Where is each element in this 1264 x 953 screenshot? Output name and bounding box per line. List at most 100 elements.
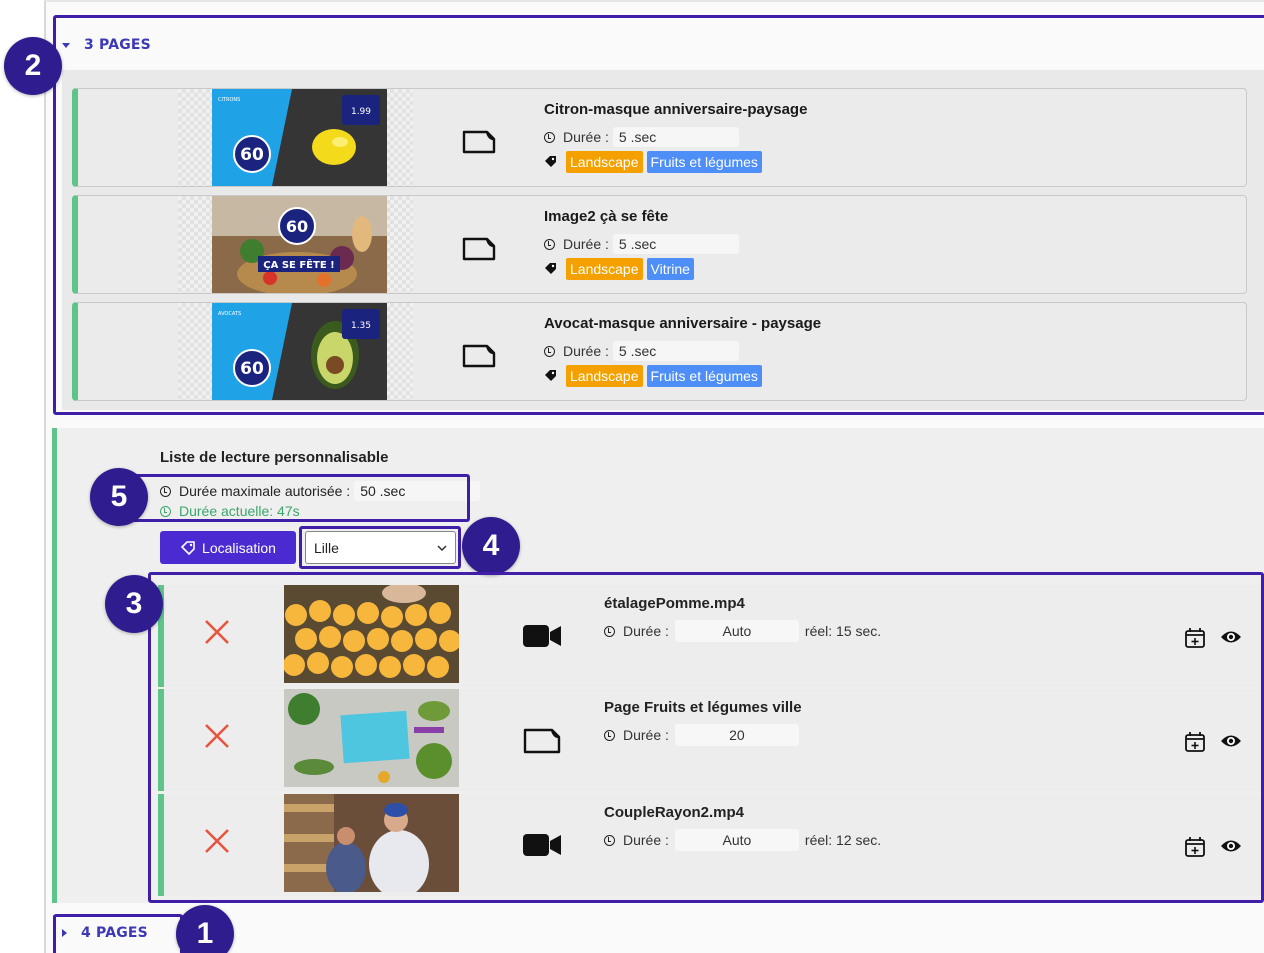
duration-label: Durée : xyxy=(623,727,669,743)
step-badge-4: 4 xyxy=(462,517,520,575)
item-duration: Durée : Auto réel: 12 sec. xyxy=(604,829,881,851)
tag-category: Vitrine xyxy=(646,258,694,280)
page-icon xyxy=(461,129,497,159)
svg-text:ÇA SE FÊTE !: ÇA SE FÊTE ! xyxy=(263,258,334,271)
page-row[interactable]: 60 1.99 CITRONS Citron-masque anniversai… xyxy=(72,88,1247,187)
app-page: 3 PAGES 60 1.99 CITRONS Citron-masque an… xyxy=(0,0,1264,953)
page-title: Image2 çà se fête xyxy=(544,208,669,225)
real-duration: réel: 15 sec. xyxy=(804,623,882,639)
pages-toggle-top[interactable]: 3 PAGES xyxy=(62,20,151,70)
duration-field[interactable]: Auto xyxy=(674,829,799,851)
eye-icon[interactable] xyxy=(1220,838,1242,854)
item-thumbnail xyxy=(284,689,459,787)
page-icon xyxy=(523,728,561,754)
item-duration: Durée : 20 xyxy=(604,724,805,746)
pages-toggle-label: 3 PAGES xyxy=(84,37,151,53)
localisation-label: Localisation xyxy=(202,539,276,556)
clock-icon xyxy=(604,729,615,741)
video-icon xyxy=(523,625,561,647)
calendar-add-icon[interactable] xyxy=(1184,627,1206,649)
clock-icon xyxy=(544,238,555,250)
duration-field[interactable]: Auto xyxy=(674,620,799,642)
pages-toggle-bottom[interactable]: 4 PAGES xyxy=(62,909,148,953)
page-row[interactable]: 60 ÇA SE FÊTE ! Image2 çà se fête Durée … xyxy=(72,195,1247,294)
playlist-title: Liste de lecture personnalisable xyxy=(160,449,389,466)
current-duration-label: Durée actuelle: 47s xyxy=(179,503,300,519)
current-duration: Durée actuelle: 47s xyxy=(160,503,300,519)
tag-icon xyxy=(545,370,556,381)
page-icon xyxy=(461,236,497,266)
clock-icon xyxy=(160,485,171,497)
duration-label: Durée : xyxy=(623,623,669,639)
page-title: Citron-masque anniversaire-paysage xyxy=(544,101,808,118)
clock-icon xyxy=(544,131,555,143)
localisation-button[interactable]: Localisation xyxy=(160,531,296,564)
clock-icon xyxy=(160,505,171,517)
svg-text:1.99: 1.99 xyxy=(351,107,371,117)
tag-landscape: Landscape xyxy=(566,258,643,280)
delete-icon[interactable] xyxy=(202,617,232,647)
item-duration: Durée : Auto réel: 15 sec. xyxy=(604,620,881,642)
page-duration: Durée : 5 .sec xyxy=(544,234,739,254)
clock-icon xyxy=(544,345,555,357)
delete-icon[interactable] xyxy=(202,826,232,856)
delete-icon[interactable] xyxy=(202,721,232,751)
tag-landscape: Landscape xyxy=(566,365,643,387)
max-duration: Durée maximale autorisée : 50 .sec xyxy=(160,481,481,501)
location-select[interactable]: Lille xyxy=(305,531,456,564)
duration-field[interactable]: 20 xyxy=(674,724,799,746)
page-row[interactable]: 60 1.35 AVOCATS Avocat-masque anniversai… xyxy=(72,302,1247,401)
caret-down-icon xyxy=(62,42,70,48)
calendar-add-icon[interactable] xyxy=(1184,731,1206,753)
svg-text:60: 60 xyxy=(240,359,264,379)
step-badge-2: 2 xyxy=(4,37,62,95)
item-title: CoupleRayon2.mp4 xyxy=(604,804,745,821)
duration-label: Durée : xyxy=(563,343,609,359)
playlist-item[interactable]: CoupleRayon2.mp4 Durée : Auto réel: 12 s… xyxy=(158,794,1262,896)
duration-label: Durée : xyxy=(623,832,669,848)
tag-category: Fruits et légumes xyxy=(646,365,762,387)
duration-label: Durée : xyxy=(563,236,609,252)
playlist-item[interactable]: étalagePomme.mp4 Durée : Auto réel: 15 s… xyxy=(158,585,1262,687)
page-tags: Landscape Fruits et légumes xyxy=(544,365,762,387)
playlist-item[interactable]: Page Fruits et légumes ville Durée : 20 xyxy=(158,689,1262,791)
step-badge-3: 3 xyxy=(105,575,163,633)
tag-icon xyxy=(545,263,556,274)
svg-text:AVOCATS: AVOCATS xyxy=(218,311,241,317)
duration-field[interactable]: 5 .sec xyxy=(612,127,739,147)
max-duration-label: Durée maximale autorisée : xyxy=(179,483,351,499)
svg-text:60: 60 xyxy=(286,217,308,236)
video-icon xyxy=(523,834,561,856)
duration-label: Durée : xyxy=(563,129,609,145)
svg-text:60: 60 xyxy=(240,145,264,165)
clock-icon xyxy=(604,834,615,846)
page-tags: Landscape Fruits et légumes xyxy=(544,151,762,173)
item-title: étalagePomme.mp4 xyxy=(604,595,745,612)
page-duration: Durée : 5 .sec xyxy=(544,341,739,361)
max-duration-field[interactable]: 50 .sec xyxy=(354,481,481,501)
page-icon xyxy=(461,343,497,373)
page-duration: Durée : 5 .sec xyxy=(544,127,739,147)
svg-text:1.35: 1.35 xyxy=(351,321,371,331)
page-thumbnail: 60 ÇA SE FÊTE ! xyxy=(212,196,387,293)
tag-landscape: Landscape xyxy=(566,151,643,173)
item-thumbnail xyxy=(284,585,459,683)
eye-icon[interactable] xyxy=(1220,733,1242,749)
page-tags: Landscape Vitrine xyxy=(544,258,694,280)
clock-icon xyxy=(604,625,615,637)
duration-field[interactable]: 5 .sec xyxy=(612,234,739,254)
chevron-down-icon xyxy=(437,544,447,551)
real-duration: réel: 12 sec. xyxy=(804,832,882,848)
svg-text:CITRONS: CITRONS xyxy=(218,97,240,103)
tag-category: Fruits et légumes xyxy=(646,151,762,173)
tag-icon xyxy=(180,540,195,555)
page-title: Avocat-masque anniversaire - paysage xyxy=(544,315,822,332)
calendar-add-icon[interactable] xyxy=(1184,836,1206,858)
tag-icon xyxy=(545,156,556,167)
page-thumbnail: 60 1.99 CITRONS xyxy=(212,89,387,186)
eye-icon[interactable] xyxy=(1220,629,1242,645)
item-thumbnail xyxy=(284,794,459,892)
caret-right-icon xyxy=(62,929,67,937)
page-thumbnail: 60 1.35 AVOCATS xyxy=(212,303,387,400)
duration-field[interactable]: 5 .sec xyxy=(612,341,739,361)
